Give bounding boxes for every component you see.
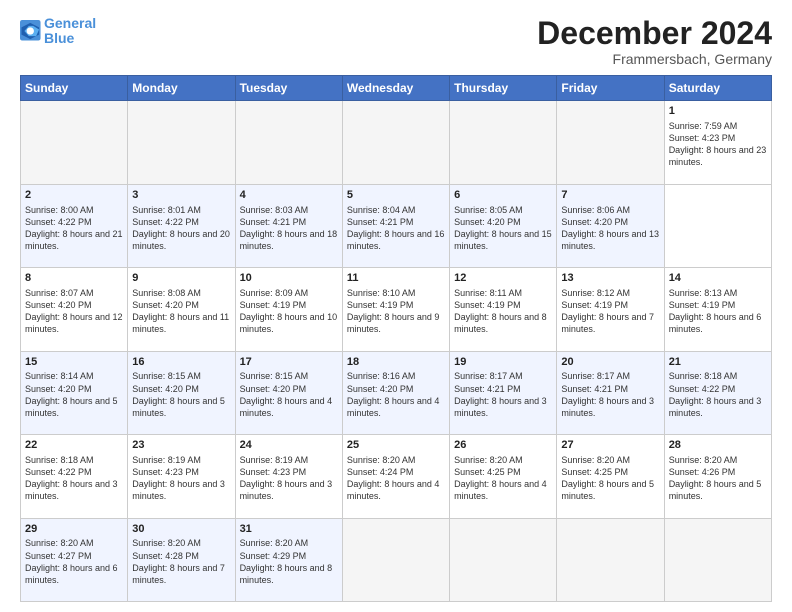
day-number: 6 <box>454 188 552 203</box>
calendar-cell: 11Sunrise: 8:10 AMSunset: 4:19 PMDayligh… <box>342 268 449 351</box>
calendar-cell: 10Sunrise: 8:09 AMSunset: 4:19 PMDayligh… <box>235 268 342 351</box>
day-number: 28 <box>669 438 767 453</box>
day-number: 22 <box>25 438 123 453</box>
calendar-cell: 28Sunrise: 8:20 AMSunset: 4:26 PMDayligh… <box>664 435 771 518</box>
logo-text: General Blue <box>44 16 96 47</box>
day-number: 3 <box>132 188 230 203</box>
day-number: 18 <box>347 355 445 370</box>
page: General Blue December 2024 Frammersbach,… <box>0 0 792 612</box>
calendar-cell: 7Sunrise: 8:06 AMSunset: 4:20 PMDaylight… <box>557 184 664 267</box>
calendar-cell <box>128 101 235 184</box>
main-title: December 2024 <box>537 16 772 51</box>
calendar-table: SundayMondayTuesdayWednesdayThursdayFrid… <box>20 75 772 602</box>
calendar-cell <box>235 101 342 184</box>
calendar-week-row: 22Sunrise: 8:18 AMSunset: 4:22 PMDayligh… <box>21 435 772 518</box>
calendar-cell: 12Sunrise: 8:11 AMSunset: 4:19 PMDayligh… <box>450 268 557 351</box>
day-number: 11 <box>347 271 445 286</box>
calendar-week-row: 8Sunrise: 8:07 AMSunset: 4:20 PMDaylight… <box>21 268 772 351</box>
calendar-cell: 25Sunrise: 8:20 AMSunset: 4:24 PMDayligh… <box>342 435 449 518</box>
calendar-header-friday: Friday <box>557 76 664 101</box>
calendar-cell: 23Sunrise: 8:19 AMSunset: 4:23 PMDayligh… <box>128 435 235 518</box>
title-block: December 2024 Frammersbach, Germany <box>537 16 772 67</box>
calendar-cell: 21Sunrise: 8:18 AMSunset: 4:22 PMDayligh… <box>664 351 771 434</box>
header: General Blue December 2024 Frammersbach,… <box>20 16 772 67</box>
calendar-cell: 13Sunrise: 8:12 AMSunset: 4:19 PMDayligh… <box>557 268 664 351</box>
day-number: 4 <box>240 188 338 203</box>
day-number: 7 <box>561 188 659 203</box>
calendar-cell: 1Sunrise: 7:59 AMSunset: 4:23 PMDaylight… <box>664 101 771 184</box>
day-number: 31 <box>240 522 338 537</box>
day-number: 17 <box>240 355 338 370</box>
day-number: 23 <box>132 438 230 453</box>
day-number: 14 <box>669 271 767 286</box>
day-number: 13 <box>561 271 659 286</box>
subtitle: Frammersbach, Germany <box>537 51 772 67</box>
logo-icon <box>20 20 42 42</box>
logo: General Blue <box>20 16 96 47</box>
calendar-week-row: 1Sunrise: 7:59 AMSunset: 4:23 PMDaylight… <box>21 101 772 184</box>
day-number: 15 <box>25 355 123 370</box>
calendar-cell <box>450 518 557 601</box>
calendar-cell <box>557 101 664 184</box>
day-number: 26 <box>454 438 552 453</box>
calendar-week-row: 29Sunrise: 8:20 AMSunset: 4:27 PMDayligh… <box>21 518 772 601</box>
calendar-cell: 27Sunrise: 8:20 AMSunset: 4:25 PMDayligh… <box>557 435 664 518</box>
calendar-cell <box>664 518 771 601</box>
day-number: 20 <box>561 355 659 370</box>
calendar-header-wednesday: Wednesday <box>342 76 449 101</box>
calendar-cell: 19Sunrise: 8:17 AMSunset: 4:21 PMDayligh… <box>450 351 557 434</box>
calendar-header-sunday: Sunday <box>21 76 128 101</box>
calendar-cell: 17Sunrise: 8:15 AMSunset: 4:20 PMDayligh… <box>235 351 342 434</box>
day-number: 21 <box>669 355 767 370</box>
calendar-cell: 18Sunrise: 8:16 AMSunset: 4:20 PMDayligh… <box>342 351 449 434</box>
day-number: 12 <box>454 271 552 286</box>
calendar-cell <box>342 101 449 184</box>
calendar-cell: 2Sunrise: 8:00 AMSunset: 4:22 PMDaylight… <box>21 184 128 267</box>
calendar-cell: 31Sunrise: 8:20 AMSunset: 4:29 PMDayligh… <box>235 518 342 601</box>
calendar-cell: 14Sunrise: 8:13 AMSunset: 4:19 PMDayligh… <box>664 268 771 351</box>
calendar-cell: 9Sunrise: 8:08 AMSunset: 4:20 PMDaylight… <box>128 268 235 351</box>
calendar-cell: 5Sunrise: 8:04 AMSunset: 4:21 PMDaylight… <box>342 184 449 267</box>
day-number: 19 <box>454 355 552 370</box>
calendar-week-row: 2Sunrise: 8:00 AMSunset: 4:22 PMDaylight… <box>21 184 772 267</box>
calendar-cell <box>450 101 557 184</box>
day-number: 16 <box>132 355 230 370</box>
day-number: 30 <box>132 522 230 537</box>
calendar-cell: 8Sunrise: 8:07 AMSunset: 4:20 PMDaylight… <box>21 268 128 351</box>
calendar-cell: 30Sunrise: 8:20 AMSunset: 4:28 PMDayligh… <box>128 518 235 601</box>
day-number: 1 <box>669 104 767 119</box>
calendar-cell: 15Sunrise: 8:14 AMSunset: 4:20 PMDayligh… <box>21 351 128 434</box>
day-number: 25 <box>347 438 445 453</box>
day-number: 2 <box>25 188 123 203</box>
calendar-cell <box>557 518 664 601</box>
day-number: 10 <box>240 271 338 286</box>
calendar-cell: 24Sunrise: 8:19 AMSunset: 4:23 PMDayligh… <box>235 435 342 518</box>
day-number: 5 <box>347 188 445 203</box>
calendar-cell: 26Sunrise: 8:20 AMSunset: 4:25 PMDayligh… <box>450 435 557 518</box>
calendar-header-monday: Monday <box>128 76 235 101</box>
calendar-cell <box>21 101 128 184</box>
calendar-cell: 3Sunrise: 8:01 AMSunset: 4:22 PMDaylight… <box>128 184 235 267</box>
day-number: 9 <box>132 271 230 286</box>
day-number: 27 <box>561 438 659 453</box>
calendar-cell <box>342 518 449 601</box>
calendar-week-row: 15Sunrise: 8:14 AMSunset: 4:20 PMDayligh… <box>21 351 772 434</box>
calendar-header-thursday: Thursday <box>450 76 557 101</box>
day-number: 8 <box>25 271 123 286</box>
calendar-header-row: SundayMondayTuesdayWednesdayThursdayFrid… <box>21 76 772 101</box>
calendar-header-saturday: Saturday <box>664 76 771 101</box>
calendar-cell: 6Sunrise: 8:05 AMSunset: 4:20 PMDaylight… <box>450 184 557 267</box>
calendar-cell: 4Sunrise: 8:03 AMSunset: 4:21 PMDaylight… <box>235 184 342 267</box>
day-number: 29 <box>25 522 123 537</box>
calendar-cell: 20Sunrise: 8:17 AMSunset: 4:21 PMDayligh… <box>557 351 664 434</box>
calendar-cell: 16Sunrise: 8:15 AMSunset: 4:20 PMDayligh… <box>128 351 235 434</box>
calendar-cell: 29Sunrise: 8:20 AMSunset: 4:27 PMDayligh… <box>21 518 128 601</box>
calendar-cell: 22Sunrise: 8:18 AMSunset: 4:22 PMDayligh… <box>21 435 128 518</box>
calendar-header-tuesday: Tuesday <box>235 76 342 101</box>
day-number: 24 <box>240 438 338 453</box>
